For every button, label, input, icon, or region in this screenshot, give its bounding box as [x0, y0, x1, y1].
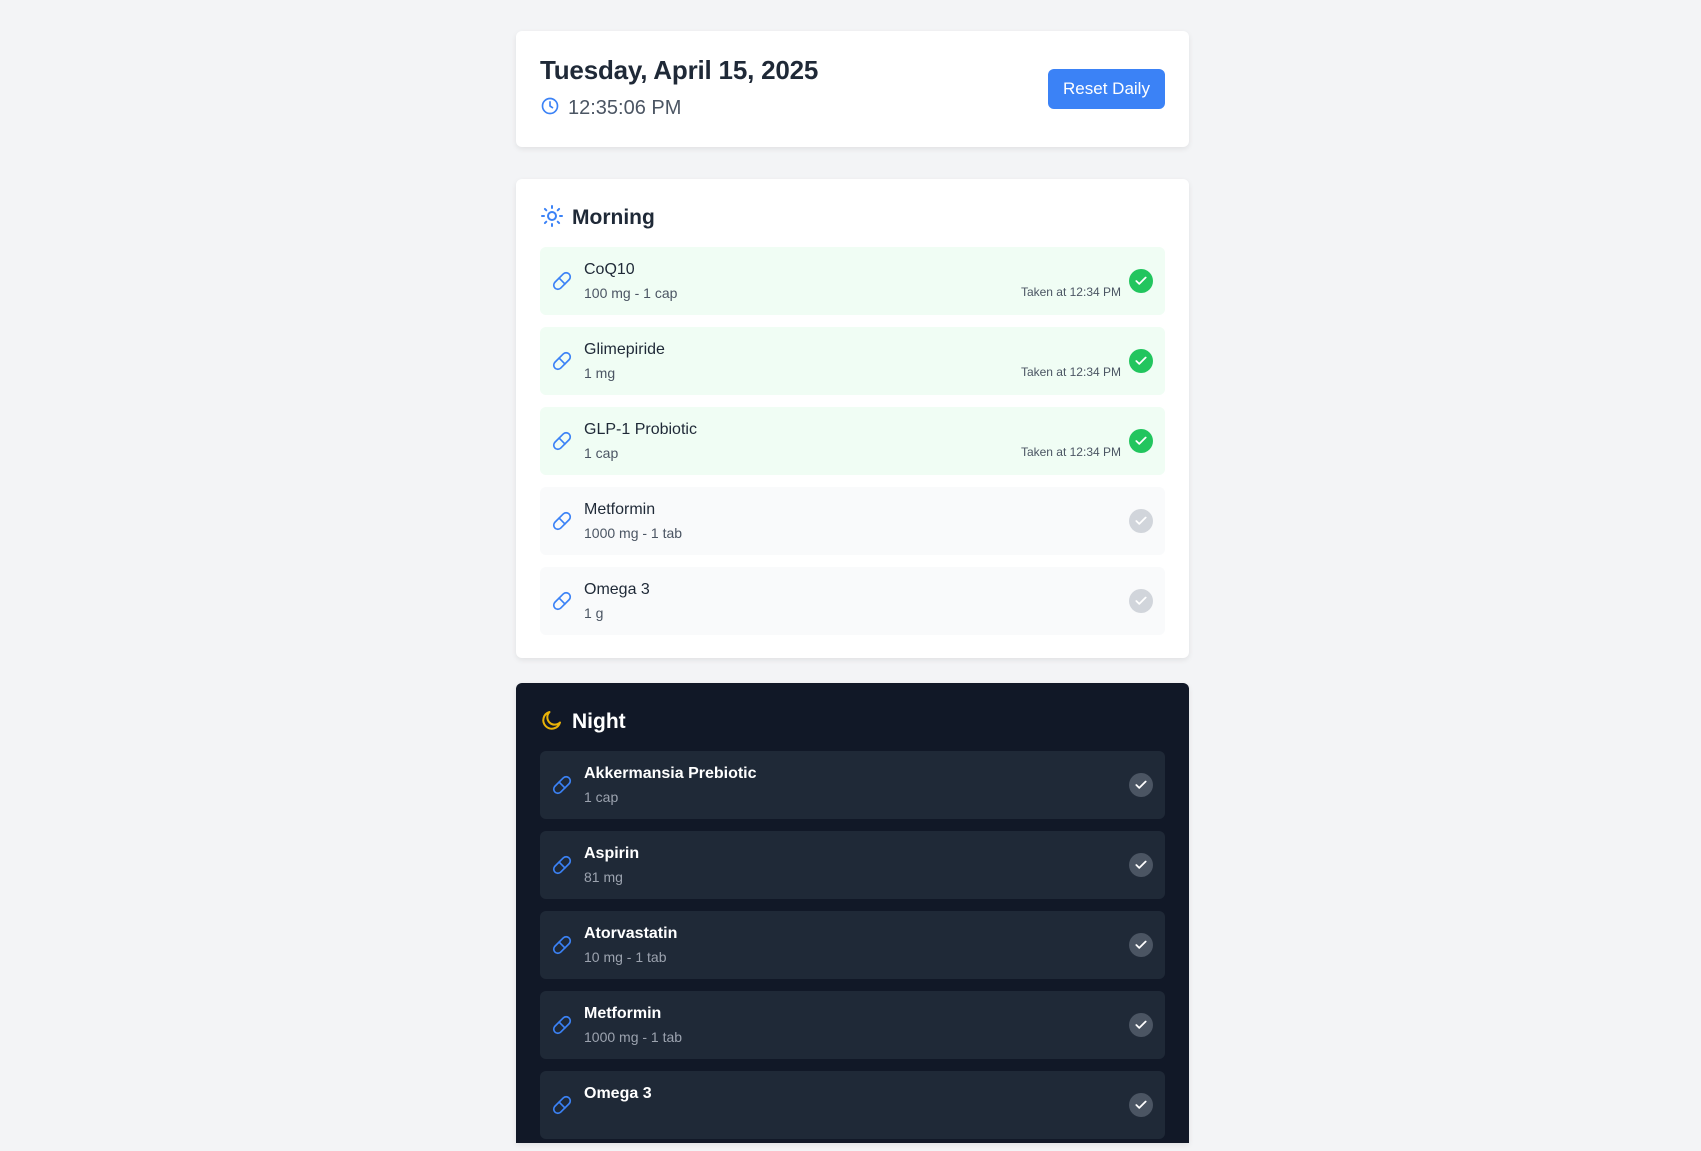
night-section-header: Night	[540, 707, 626, 737]
reset-daily-button[interactable]: Reset Daily	[1048, 69, 1165, 109]
time-row: 12:35:06 PM	[540, 96, 681, 121]
pill-icon	[552, 935, 572, 955]
pill-icon	[552, 431, 572, 451]
morning-med-list: CoQ10 100 mg - 1 cap Taken at 12:34 PM Glim…	[540, 247, 1165, 647]
date-header-card: Tuesday, April 15, 2025 12:35:06 PM Rese…	[516, 31, 1189, 147]
med-row[interactable]: Omega 3	[540, 1071, 1165, 1139]
check-icon[interactable]	[1129, 1013, 1153, 1037]
med-row[interactable]: Metformin 1000 mg - 1 tab	[540, 487, 1165, 555]
med-name: Omega 3	[584, 1085, 652, 1102]
night-title: Night	[572, 710, 626, 733]
med-name: Atorvastatin	[584, 925, 678, 942]
med-name: CoQ10	[584, 261, 635, 278]
med-dose: 1 g	[584, 605, 604, 621]
check-icon[interactable]	[1129, 933, 1153, 957]
clock-icon	[540, 96, 560, 121]
taken-at-time: Taken at 12:34 PM	[1020, 285, 1121, 299]
med-dose: 1000 mg - 1 tab	[584, 1029, 683, 1045]
pill-icon	[552, 511, 572, 531]
pill-icon	[552, 351, 572, 371]
med-dose: 1000 mg - 1 tab	[584, 525, 683, 541]
med-name: GLP-1 Probiotic	[584, 421, 697, 438]
check-icon[interactable]	[1129, 589, 1153, 613]
morning-title: Morning	[572, 206, 655, 229]
check-icon[interactable]	[1129, 1093, 1153, 1117]
check-icon[interactable]	[1129, 773, 1153, 797]
med-name: Metformin	[584, 501, 656, 518]
pill-icon	[552, 271, 572, 291]
current-time: 12:35:06 PM	[568, 97, 682, 119]
morning-section: Morning CoQ10 100 mg - 1 cap Taken at 12:3…	[516, 179, 1189, 658]
med-row[interactable]: Omega 3 1 g	[540, 567, 1165, 635]
med-dose: 10 mg - 1 tab	[584, 949, 667, 965]
med-row[interactable]: Akkermansia Prebiotic 1 cap	[540, 751, 1165, 819]
date-title: Tuesday, April 15, 2025	[540, 55, 819, 85]
med-row[interactable]: CoQ10 100 mg - 1 cap Taken at 12:34 PM	[540, 247, 1165, 315]
med-name: Metformin	[584, 1005, 662, 1022]
med-dose: 81 mg	[584, 869, 623, 885]
night-med-list: Akkermansia Prebiotic 1 cap Aspirin 81 mg At…	[540, 751, 1165, 1151]
check-icon[interactable]	[1129, 509, 1153, 533]
med-dose: 1 cap	[584, 789, 619, 805]
med-name: Akkermansia Prebiotic	[584, 765, 757, 782]
pill-icon	[552, 1015, 572, 1035]
check-icon[interactable]	[1129, 349, 1153, 373]
night-section: Night Akkermansia Prebiotic 1 cap Aspirin 8…	[516, 683, 1189, 1143]
med-row[interactable]: Aspirin 81 mg	[540, 831, 1165, 899]
med-name: Aspirin	[584, 845, 640, 862]
med-row[interactable]: GLP-1 Probiotic 1 cap Taken at 12:34 PM	[540, 407, 1165, 475]
med-name: Glimepiride	[584, 341, 665, 358]
med-dose: 100 mg - 1 cap	[584, 285, 678, 301]
morning-section-header: Morning	[540, 203, 655, 233]
pill-icon	[552, 591, 572, 611]
check-icon[interactable]	[1129, 853, 1153, 877]
check-icon[interactable]	[1129, 429, 1153, 453]
med-row[interactable]: Atorvastatin 10 mg - 1 tab	[540, 911, 1165, 979]
taken-at-time: Taken at 12:34 PM	[1020, 365, 1121, 379]
taken-at-time: Taken at 12:34 PM	[1020, 445, 1121, 459]
check-icon[interactable]	[1129, 269, 1153, 293]
pill-icon	[552, 775, 572, 795]
med-dose: 1 cap	[584, 445, 619, 461]
med-name: Omega 3	[584, 581, 650, 598]
pill-icon	[552, 855, 572, 875]
med-row[interactable]: Glimepiride 1 mg Taken at 12:34 PM	[540, 327, 1165, 395]
med-dose: 1 mg	[584, 365, 616, 381]
pill-icon	[552, 1095, 572, 1115]
sun-icon	[540, 204, 564, 233]
med-row[interactable]: Metformin 1000 mg - 1 tab	[540, 991, 1165, 1059]
moon-icon	[540, 708, 564, 737]
